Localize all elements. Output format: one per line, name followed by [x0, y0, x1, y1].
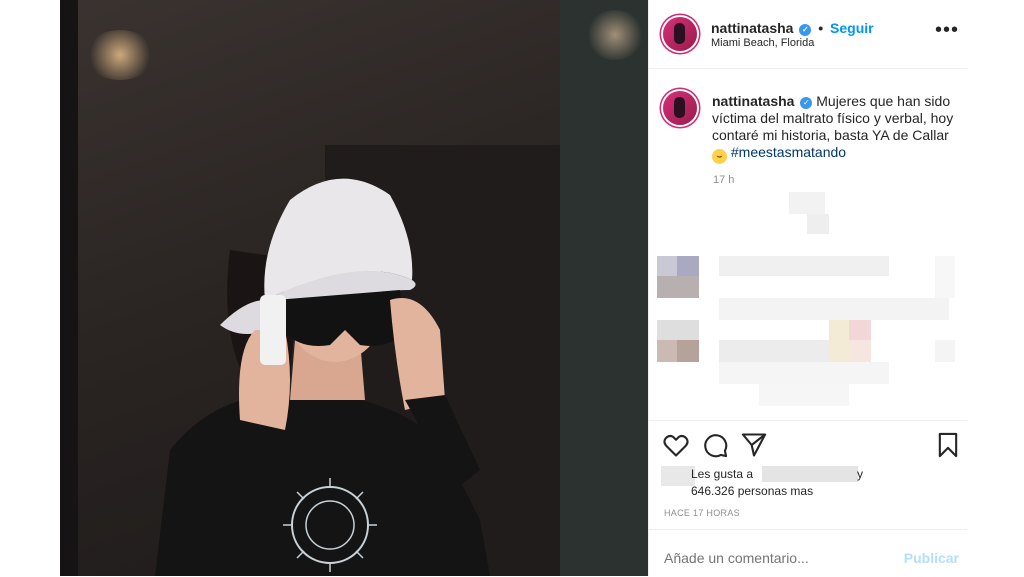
share-icon[interactable] [740, 431, 768, 459]
separator-dot: • [818, 20, 824, 36]
caption-username[interactable]: nattinatasha [712, 93, 794, 109]
header-user-line: nattinatasha ✓ • Seguir [711, 20, 874, 36]
likes-count-link[interactable]: 646.326 personas mas [691, 484, 813, 498]
hashtag-link[interactable]: #meestasmatando [731, 144, 846, 160]
likes-avatars[interactable] [661, 466, 695, 486]
comment-icon[interactable] [701, 431, 729, 459]
caption-avatar[interactable] [663, 91, 697, 125]
post-caption: nattinatasha ✓ Mujeres que han sido víct… [712, 93, 957, 164]
caption-time: 17 h [713, 174, 735, 186]
more-icon[interactable]: ••• [935, 20, 959, 40]
action-bar [649, 420, 967, 471]
location-link[interactable]: Miami Beach, Florida [711, 37, 814, 49]
username-link[interactable]: nattinatasha [711, 20, 793, 36]
heart-icon[interactable] [662, 431, 690, 459]
likes-suffix: y [857, 467, 863, 481]
photo-subject [155, 178, 490, 576]
verified-check-icon: ✓ [800, 97, 813, 109]
follow-button[interactable]: Seguir [830, 20, 874, 36]
post-timestamp[interactable]: HACE 17 HORAS [664, 508, 740, 518]
comment-input[interactable] [664, 550, 884, 566]
likes-prefix: Les gusta a [691, 467, 754, 481]
user-avatar[interactable] [663, 17, 697, 51]
bookmark-icon[interactable] [934, 431, 962, 459]
post-header: nattinatasha ✓ • Seguir Miami Beach, Flo… [649, 0, 967, 69]
post-sidebar: nattinatasha ✓ • Seguir Miami Beach, Flo… [648, 0, 967, 576]
liker-name-blurred[interactable] [762, 466, 858, 482]
verified-check-icon: ✓ [799, 24, 812, 36]
post-photo[interactable] [60, 0, 648, 576]
grimace-emoji-icon: ⌣ [712, 149, 727, 164]
publish-button[interactable]: Publicar [904, 550, 959, 566]
comment-bar: Publicar [649, 529, 967, 577]
